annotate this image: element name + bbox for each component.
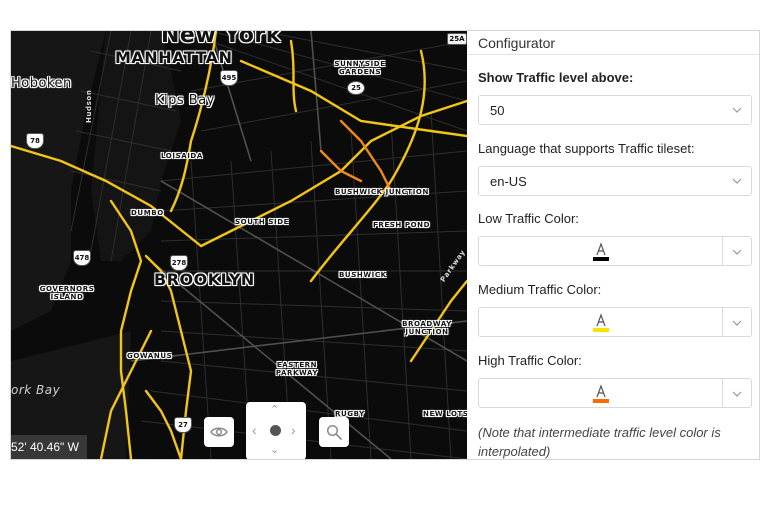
route-shield-278: 278 <box>170 255 188 271</box>
pan-up-icon[interactable]: ⌃ <box>270 405 279 416</box>
map-label-fresh-pond: FRESH POND <box>373 221 431 229</box>
map-canvas[interactable]: New York MANHATTAN Hoboken Kips Bay LOIS… <box>11 31 467 459</box>
pan-center-dot-icon[interactable] <box>270 425 281 436</box>
route-shield-25a: 25A <box>447 33 467 45</box>
pan-right-icon[interactable]: › <box>291 423 296 437</box>
configurator-panel: Configurator Show Traffic level above: 5… <box>467 31 759 459</box>
map-label-governors-island: GOVERNORS ISLAND <box>39 285 95 301</box>
interpolation-note: (Note that intermediate traffic level co… <box>478 425 721 459</box>
traffic-level-value: 50 <box>490 102 505 118</box>
panel-title: Configurator <box>467 31 759 55</box>
map-label-loisaida: LOISAIDA <box>161 152 203 160</box>
text-color-icon <box>593 242 609 261</box>
map-label-kips-bay: Kips Bay <box>155 93 215 108</box>
map-label-bushwick: BUSHWICK <box>339 271 387 279</box>
route-shield-478: 478 <box>73 250 91 266</box>
chevron-down-icon <box>732 107 742 113</box>
route-shield-78: 78 <box>26 133 44 149</box>
chevron-down-icon <box>732 320 742 326</box>
text-color-icon <box>593 313 609 332</box>
coordinates-readout: 52' 40.46" W <box>11 435 87 459</box>
language-label: Language that supports Traffic tileset: <box>478 141 695 156</box>
map-label-bushwick-junction: BUSHWICK JUNCTION <box>335 188 429 196</box>
low-color-label: Low Traffic Color: <box>478 211 579 226</box>
chevron-down-icon <box>732 391 742 397</box>
map-label-south-side: SOUTH SIDE <box>235 218 289 226</box>
map-label-brooklyn: BROOKLYN <box>154 270 255 289</box>
map-label-gowanus: GOWANUS <box>127 352 173 360</box>
route-shield-495: 495 <box>220 70 238 86</box>
map-roads <box>11 31 467 459</box>
low-color-picker[interactable] <box>478 236 752 266</box>
pitch-toggle-button[interactable] <box>204 417 234 447</box>
traffic-level-select[interactable]: 50 <box>478 95 752 125</box>
text-color-icon <box>593 384 609 403</box>
eye-icon <box>210 427 228 437</box>
sample-frame: New York MANHATTAN Hoboken Kips Bay LOIS… <box>10 30 760 460</box>
traffic-level-label: Show Traffic level above: <box>478 70 634 85</box>
map-label-broadway-junction: BROADWAY JUNCTION <box>402 320 452 336</box>
map-label-hudson: Hudson <box>85 89 93 123</box>
high-color-picker[interactable] <box>478 378 752 408</box>
zoom-button[interactable] <box>319 417 349 447</box>
map-label-dumbo: DUMBO <box>131 209 164 217</box>
route-shield-25: 25 <box>347 81 365 95</box>
chevron-down-icon <box>732 249 742 255</box>
map-label-new-lots: NEW LOTS <box>423 410 467 418</box>
language-select[interactable]: en-US <box>478 166 752 196</box>
pan-control[interactable]: ⌃ ‹ › ⌄ <box>246 402 306 459</box>
high-color-label: High Traffic Color: <box>478 353 582 368</box>
medium-color-label: Medium Traffic Color: <box>478 282 602 297</box>
route-shield-27: 27 <box>174 417 192 433</box>
pan-down-icon[interactable]: ⌄ <box>270 445 279 456</box>
map-label-hoboken: Hoboken <box>11 76 72 91</box>
map-label-manhattan: MANHATTAN <box>115 48 233 67</box>
magnifier-icon <box>326 424 342 440</box>
pan-left-icon[interactable]: ‹ <box>252 423 257 437</box>
map-label-new-york: New York <box>161 31 281 48</box>
language-value: en-US <box>490 173 527 189</box>
map-label-eastern-parkway: EASTERN PARKWAY <box>275 361 319 377</box>
map-label-sunnyside-gardens: SUNNYSIDE GARDENS <box>334 60 386 76</box>
medium-color-picker[interactable] <box>478 307 752 337</box>
chevron-down-icon <box>732 178 742 184</box>
map-label-york-bay: ork Bay <box>11 383 61 397</box>
